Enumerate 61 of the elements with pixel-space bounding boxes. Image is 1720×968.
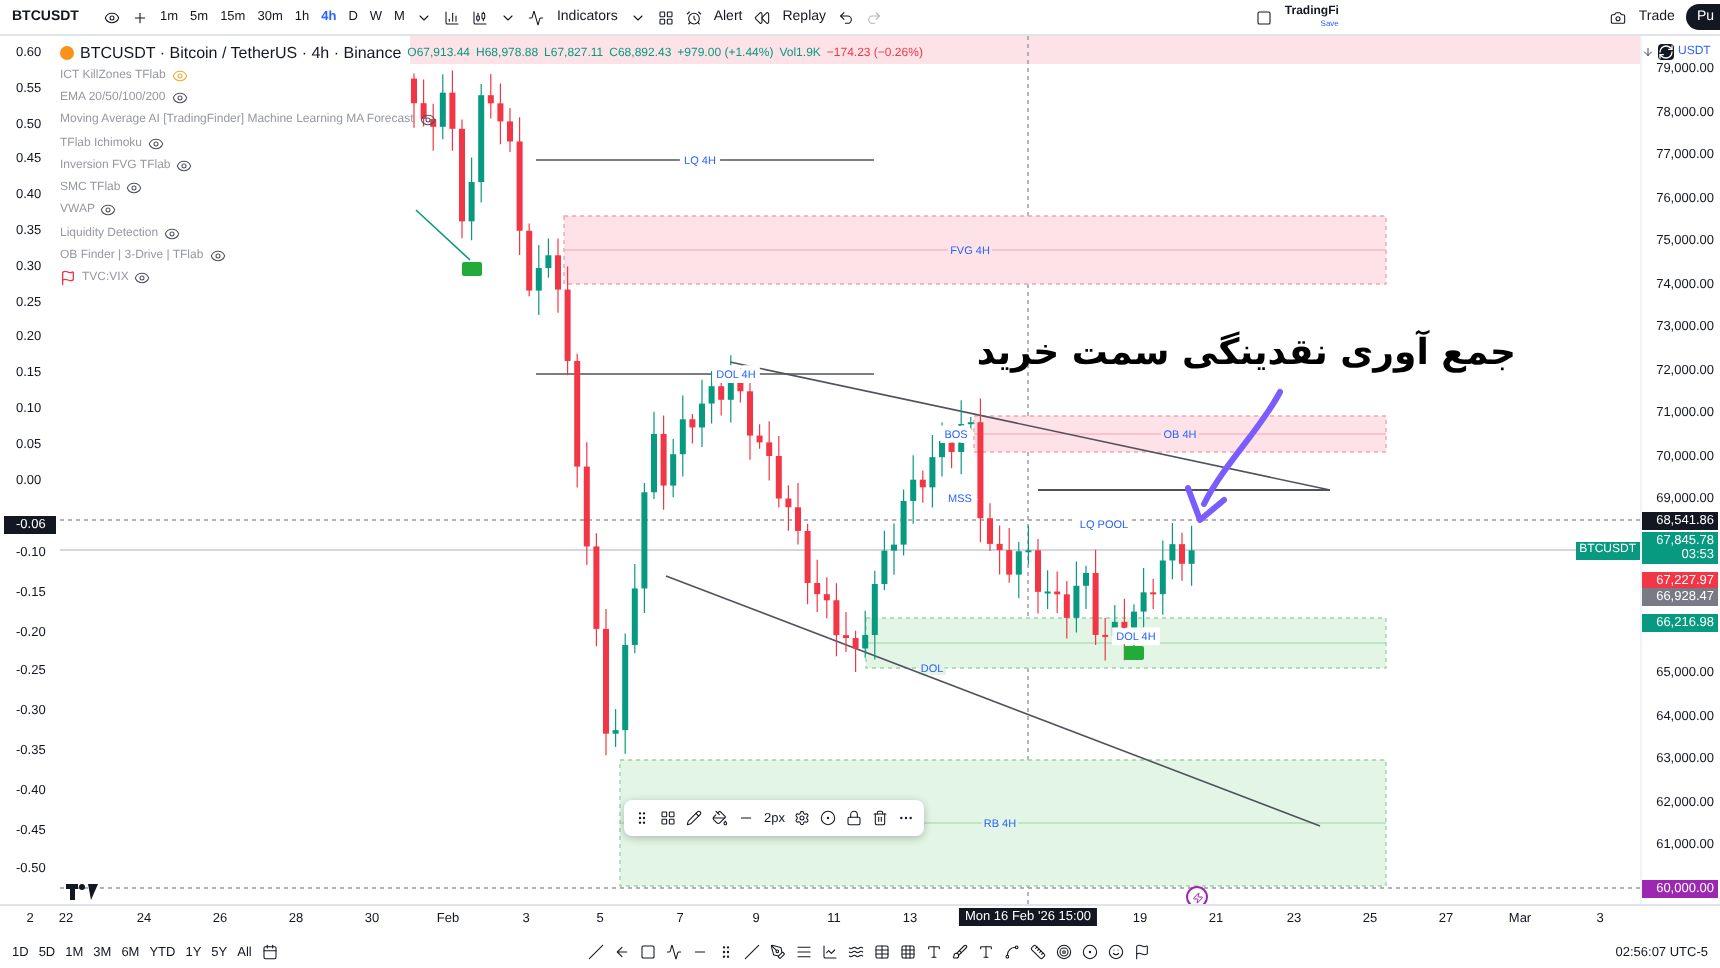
marker-icon [462, 262, 482, 276]
circle-icon[interactable] [820, 810, 837, 826]
text-icon[interactable] [977, 944, 994, 960]
symbol-title: BTCUSDT · Bitcoin / TetherUS · 4h · Binance [80, 44, 402, 62]
ruler-icon[interactable] [1029, 944, 1046, 960]
eye-icon[interactable] [134, 270, 151, 287]
grip-icon[interactable] [717, 944, 734, 960]
slash-icon[interactable] [587, 944, 604, 960]
logo-icon [66, 884, 98, 900]
eye-icon[interactable] [209, 248, 226, 265]
calendar-icon[interactable] [261, 944, 278, 960]
eye-icon[interactable] [126, 180, 143, 197]
bars-icon[interactable] [444, 9, 461, 25]
emoji-icon[interactable] [1107, 944, 1124, 960]
event-badge[interactable] [1186, 886, 1208, 904]
eye-icon[interactable] [171, 89, 188, 106]
square-icon[interactable] [639, 944, 656, 960]
camera-icon[interactable] [1610, 9, 1627, 25]
lines-icon[interactable] [795, 944, 812, 960]
grid-icon[interactable] [657, 9, 674, 25]
add-icon[interactable] [132, 9, 148, 25]
eye-icon[interactable] [104, 9, 120, 25]
rewind-icon[interactable] [754, 9, 771, 25]
fill-icon[interactable] [712, 810, 728, 826]
alarm-icon[interactable] [685, 9, 702, 25]
circle-icon[interactable] [1081, 944, 1098, 960]
trash-icon[interactable] [872, 810, 889, 826]
brush-icon[interactable] [951, 944, 968, 960]
target-icon[interactable] [1055, 944, 1072, 960]
trend-line [415, 209, 471, 261]
settings-icon[interactable] [794, 810, 811, 826]
arrow-icon[interactable] [613, 944, 630, 960]
zigzag-icon[interactable] [665, 944, 682, 960]
curve-icon[interactable] [1003, 944, 1020, 960]
eye-icon[interactable] [176, 157, 193, 174]
marker-icon [1124, 646, 1144, 660]
eye-icon[interactable] [100, 202, 117, 219]
flag-icon[interactable] [1133, 944, 1150, 960]
annotation-text: جمع آوری نقدینگی سمت خرید [976, 332, 1516, 374]
pencil-icon[interactable] [686, 810, 702, 826]
eye-icon[interactable] [419, 112, 436, 129]
grid-icon[interactable] [899, 944, 916, 960]
chart-icon[interactable] [821, 944, 838, 960]
waves-icon[interactable] [847, 944, 864, 960]
pen-icon[interactable] [769, 944, 786, 960]
coin-icon [60, 46, 74, 60]
undo-icon[interactable] [838, 9, 855, 25]
slash-icon[interactable] [743, 944, 760, 960]
template-icon[interactable] [660, 810, 676, 826]
candles-icon[interactable] [472, 9, 489, 25]
square-icon[interactable] [1256, 9, 1273, 25]
arrow-drawing [1185, 389, 1283, 523]
table-icon[interactable] [873, 944, 890, 960]
eye-icon[interactable] [148, 135, 165, 152]
lock-icon[interactable] [846, 810, 863, 826]
indicators-icon[interactable] [528, 9, 545, 25]
flag-icon [60, 270, 76, 287]
grip-icon[interactable] [634, 810, 650, 826]
eye-icon[interactable] [164, 225, 181, 242]
text-icon[interactable] [925, 944, 942, 960]
refresh-icon[interactable] [1658, 44, 1674, 60]
